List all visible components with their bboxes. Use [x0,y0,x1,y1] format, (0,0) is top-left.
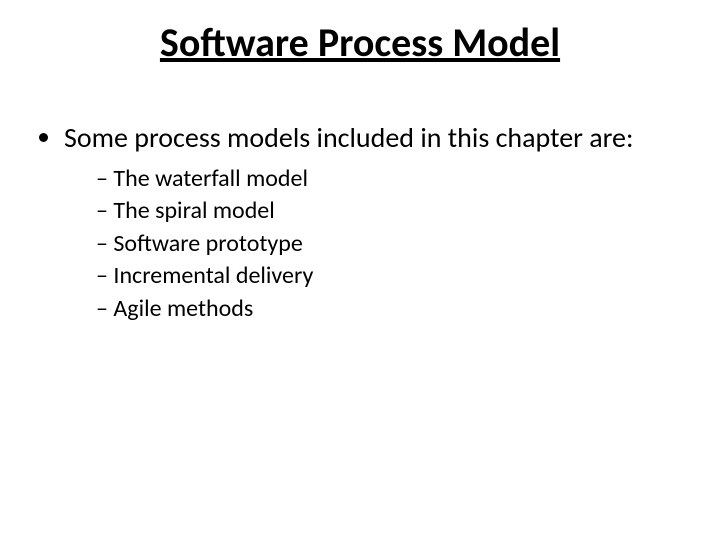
bullet-list-level1: Some process models included in this cha… [36,120,684,325]
list-item: Agile methods [96,293,684,325]
intro-text: Some process models included in this cha… [64,120,633,155]
bullet-list-level2: The waterfall model The spiral model Sof… [64,163,684,325]
intro-bullet: Some process models included in this cha… [64,120,684,325]
list-item: The spiral model [96,195,684,227]
slide-title: Software Process Model [0,18,720,67]
list-item: Software prototype [96,228,684,260]
list-item: The waterfall model [96,163,684,195]
list-item: Incremental delivery [96,260,684,292]
slide-body: Some process models included in this cha… [36,120,684,339]
slide: Software Process Model Some process mode… [0,0,720,540]
